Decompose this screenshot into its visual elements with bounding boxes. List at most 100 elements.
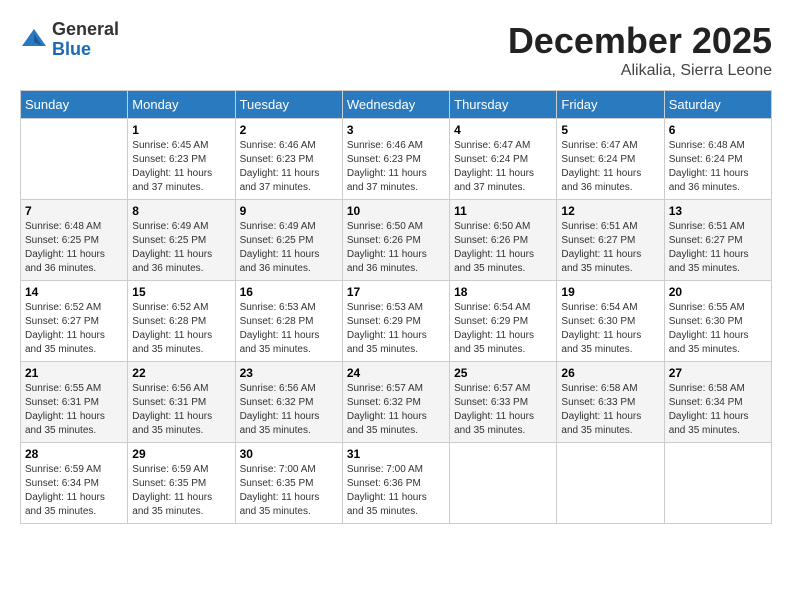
- column-header-wednesday: Wednesday: [342, 91, 449, 119]
- logo-general: General: [52, 20, 119, 40]
- column-header-thursday: Thursday: [450, 91, 557, 119]
- day-info: Sunrise: 6:46 AM Sunset: 6:23 PM Dayligh…: [347, 139, 445, 195]
- week-row-1: 1 Sunrise: 6:45 AM Sunset: 6:23 PM Daylig…: [21, 119, 772, 200]
- day-number: 1: [132, 123, 230, 137]
- day-number: 20: [669, 285, 767, 299]
- calendar-cell: 16Sunrise: 6:53 AM Sunset: 6:28 PM Dayli…: [235, 281, 342, 362]
- location-title: Alikalia, Sierra Leone: [508, 62, 772, 80]
- day-number: 4: [454, 123, 552, 137]
- calendar-cell: 6Sunrise: 6:48 AM Sunset: 6:24 PM Daylig…: [664, 119, 771, 200]
- day-info: Sunrise: 6:50 AM Sunset: 6:26 PM Dayligh…: [454, 220, 552, 276]
- column-header-tuesday: Tuesday: [235, 91, 342, 119]
- month-title: December 2025: [508, 20, 772, 62]
- calendar-cell: 1 Sunrise: 6:45 AM Sunset: 6:23 PM Daylig…: [128, 119, 235, 200]
- calendar-cell: 27Sunrise: 6:58 AM Sunset: 6:34 PM Dayli…: [664, 362, 771, 443]
- day-info: Sunrise: 6:52 AM Sunset: 6:27 PM Dayligh…: [25, 301, 123, 357]
- day-number: 21: [25, 366, 123, 380]
- calendar-cell: 31 Sunrise: 7:00 AM Sunset: 6:36 PM Dayli…: [342, 443, 449, 524]
- calendar-cell: 29 Sunrise: 6:59 AM Sunset: 6:35 PM Dayli…: [128, 443, 235, 524]
- day-info: Sunrise: 6:54 AM Sunset: 6:29 PM Dayligh…: [454, 301, 552, 357]
- day-info: Sunrise: 7:00 AM Sunset: 6:35 PM Dayligh…: [240, 463, 338, 519]
- day-number: 31: [347, 447, 445, 461]
- calendar-cell: 13Sunrise: 6:51 AM Sunset: 6:27 PM Dayli…: [664, 200, 771, 281]
- calendar-cell: 2Sunrise: 6:46 AM Sunset: 6:23 PM Daylig…: [235, 119, 342, 200]
- calendar-cell: 15 Sunrise: 6:52 AM Sunset: 6:28 PM Dayli…: [128, 281, 235, 362]
- day-info: Sunrise: 6:51 AM Sunset: 6:27 PM Dayligh…: [669, 220, 767, 276]
- day-info: Sunrise: 6:47 AM Sunset: 6:24 PM Dayligh…: [561, 139, 659, 195]
- day-number: 3: [347, 123, 445, 137]
- day-info: Sunrise: 6:53 AM Sunset: 6:29 PM Dayligh…: [347, 301, 445, 357]
- day-number: 29: [132, 447, 230, 461]
- calendar-cell: 25 Sunrise: 6:57 AM Sunset: 6:33 PM Dayli…: [450, 362, 557, 443]
- day-info: Sunrise: 6:47 AM Sunset: 6:24 PM Dayligh…: [454, 139, 552, 195]
- day-info: Sunrise: 6:49 AM Sunset: 6:25 PM Dayligh…: [132, 220, 230, 276]
- day-number: 28: [25, 447, 123, 461]
- day-number: 8: [132, 204, 230, 218]
- day-info: Sunrise: 6:55 AM Sunset: 6:30 PM Dayligh…: [669, 301, 767, 357]
- day-number: 7: [25, 204, 123, 218]
- day-number: 11: [454, 204, 552, 218]
- calendar-cell: 8 Sunrise: 6:49 AM Sunset: 6:25 PM Daylig…: [128, 200, 235, 281]
- calendar-cell: 22 Sunrise: 6:56 AM Sunset: 6:31 PM Dayli…: [128, 362, 235, 443]
- day-number: 17: [347, 285, 445, 299]
- day-info: Sunrise: 6:57 AM Sunset: 6:32 PM Dayligh…: [347, 382, 445, 438]
- day-number: 24: [347, 366, 445, 380]
- title-block: December 2025 Alikalia, Sierra Leone: [508, 20, 772, 80]
- calendar-cell: 14 Sunrise: 6:52 AM Sunset: 6:27 PM Dayli…: [21, 281, 128, 362]
- day-number: 30: [240, 447, 338, 461]
- week-row-5: 28 Sunrise: 6:59 AM Sunset: 6:34 PM Dayli…: [21, 443, 772, 524]
- page-header: General Blue December 2025 Alikalia, Sie…: [20, 20, 772, 80]
- calendar-cell: 18 Sunrise: 6:54 AM Sunset: 6:29 PM Dayli…: [450, 281, 557, 362]
- calendar-cell: 28 Sunrise: 6:59 AM Sunset: 6:34 PM Dayli…: [21, 443, 128, 524]
- day-number: 26: [561, 366, 659, 380]
- column-header-sunday: Sunday: [21, 91, 128, 119]
- calendar-cell: 12Sunrise: 6:51 AM Sunset: 6:27 PM Dayli…: [557, 200, 664, 281]
- calendar-cell: 4 Sunrise: 6:47 AM Sunset: 6:24 PM Daylig…: [450, 119, 557, 200]
- day-info: Sunrise: 6:52 AM Sunset: 6:28 PM Dayligh…: [132, 301, 230, 357]
- week-row-4: 21 Sunrise: 6:55 AM Sunset: 6:31 PM Dayli…: [21, 362, 772, 443]
- calendar-cell: 30 Sunrise: 7:00 AM Sunset: 6:35 PM Dayli…: [235, 443, 342, 524]
- day-info: Sunrise: 6:49 AM Sunset: 6:25 PM Dayligh…: [240, 220, 338, 276]
- calendar-cell: [21, 119, 128, 200]
- week-row-3: 14 Sunrise: 6:52 AM Sunset: 6:27 PM Dayli…: [21, 281, 772, 362]
- day-info: Sunrise: 6:59 AM Sunset: 6:34 PM Dayligh…: [25, 463, 123, 519]
- logo-blue: Blue: [52, 40, 119, 60]
- calendar-table: SundayMondayTuesdayWednesdayThursdayFrid…: [20, 90, 772, 524]
- calendar-cell: [664, 443, 771, 524]
- day-info: Sunrise: 7:00 AM Sunset: 6:36 PM Dayligh…: [347, 463, 445, 519]
- day-info: Sunrise: 6:54 AM Sunset: 6:30 PM Dayligh…: [561, 301, 659, 357]
- logo-icon: [20, 26, 48, 54]
- calendar-cell: 9 Sunrise: 6:49 AM Sunset: 6:25 PM Daylig…: [235, 200, 342, 281]
- day-info: Sunrise: 6:56 AM Sunset: 6:32 PM Dayligh…: [240, 382, 338, 438]
- day-info: Sunrise: 6:55 AM Sunset: 6:31 PM Dayligh…: [25, 382, 123, 438]
- header-row: SundayMondayTuesdayWednesdayThursdayFrid…: [21, 91, 772, 119]
- day-number: 25: [454, 366, 552, 380]
- calendar-cell: [450, 443, 557, 524]
- column-header-monday: Monday: [128, 91, 235, 119]
- calendar-cell: 7 Sunrise: 6:48 AM Sunset: 6:25 PM Daylig…: [21, 200, 128, 281]
- calendar-cell: 5Sunrise: 6:47 AM Sunset: 6:24 PM Daylig…: [557, 119, 664, 200]
- day-number: 22: [132, 366, 230, 380]
- day-number: 27: [669, 366, 767, 380]
- calendar-cell: 10 Sunrise: 6:50 AM Sunset: 6:26 PM Dayli…: [342, 200, 449, 281]
- day-number: 9: [240, 204, 338, 218]
- calendar-cell: 17 Sunrise: 6:53 AM Sunset: 6:29 PM Dayli…: [342, 281, 449, 362]
- day-info: Sunrise: 6:50 AM Sunset: 6:26 PM Dayligh…: [347, 220, 445, 276]
- day-number: 23: [240, 366, 338, 380]
- day-number: 10: [347, 204, 445, 218]
- week-row-2: 7 Sunrise: 6:48 AM Sunset: 6:25 PM Daylig…: [21, 200, 772, 281]
- day-info: Sunrise: 6:48 AM Sunset: 6:25 PM Dayligh…: [25, 220, 123, 276]
- calendar-cell: [557, 443, 664, 524]
- day-info: Sunrise: 6:56 AM Sunset: 6:31 PM Dayligh…: [132, 382, 230, 438]
- day-info: Sunrise: 6:59 AM Sunset: 6:35 PM Dayligh…: [132, 463, 230, 519]
- day-info: Sunrise: 6:45 AM Sunset: 6:23 PM Dayligh…: [132, 139, 230, 195]
- day-number: 14: [25, 285, 123, 299]
- calendar-cell: 21 Sunrise: 6:55 AM Sunset: 6:31 PM Dayli…: [21, 362, 128, 443]
- day-info: Sunrise: 6:57 AM Sunset: 6:33 PM Dayligh…: [454, 382, 552, 438]
- calendar-cell: 23 Sunrise: 6:56 AM Sunset: 6:32 PM Dayli…: [235, 362, 342, 443]
- day-number: 15: [132, 285, 230, 299]
- calendar-cell: 11 Sunrise: 6:50 AM Sunset: 6:26 PM Dayli…: [450, 200, 557, 281]
- calendar-cell: 3 Sunrise: 6:46 AM Sunset: 6:23 PM Daylig…: [342, 119, 449, 200]
- day-number: 18: [454, 285, 552, 299]
- logo: General Blue: [20, 20, 119, 60]
